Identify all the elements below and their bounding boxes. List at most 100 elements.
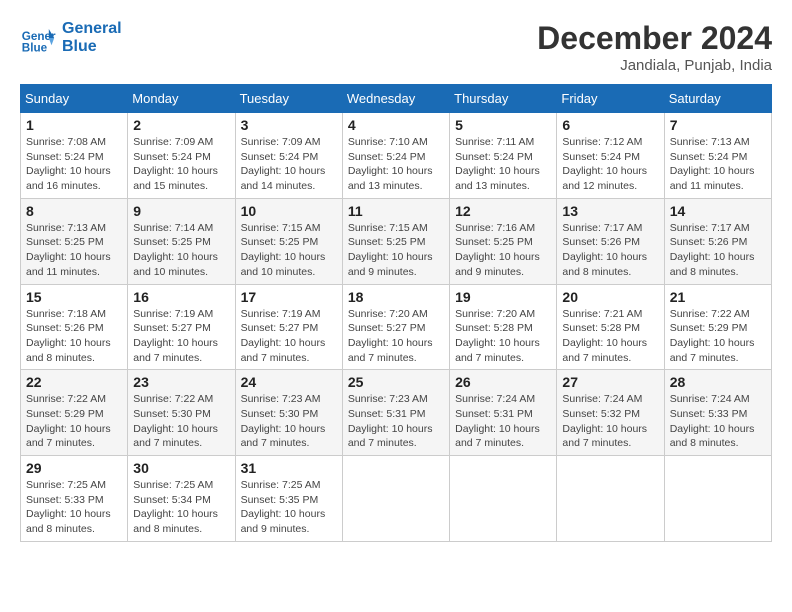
month-title: December 2024 xyxy=(537,20,772,57)
day-info: Sunrise: 7:24 AM Sunset: 5:31 PM Dayligh… xyxy=(455,392,551,451)
calendar-cell: 4Sunrise: 7:10 AM Sunset: 5:24 PM Daylig… xyxy=(342,113,449,199)
day-number: 2 xyxy=(133,117,229,133)
calendar-cell: 7Sunrise: 7:13 AM Sunset: 5:24 PM Daylig… xyxy=(664,113,771,199)
day-info: Sunrise: 7:23 AM Sunset: 5:31 PM Dayligh… xyxy=(348,392,444,451)
day-info: Sunrise: 7:10 AM Sunset: 5:24 PM Dayligh… xyxy=(348,135,444,194)
day-info: Sunrise: 7:16 AM Sunset: 5:25 PM Dayligh… xyxy=(455,221,551,280)
page-header: General Blue General Blue December 2024 … xyxy=(20,20,772,74)
day-info: Sunrise: 7:15 AM Sunset: 5:25 PM Dayligh… xyxy=(348,221,444,280)
calendar-cell: 5Sunrise: 7:11 AM Sunset: 5:24 PM Daylig… xyxy=(450,113,557,199)
day-number: 27 xyxy=(562,374,658,390)
day-info: Sunrise: 7:19 AM Sunset: 5:27 PM Dayligh… xyxy=(241,307,337,366)
calendar-cell: 8 Sunrise: 7:13 AM Sunset: 5:25 PM Daylig… xyxy=(21,198,128,284)
day-number: 11 xyxy=(348,203,444,219)
day-number: 8 xyxy=(26,203,122,219)
day-info: Sunrise: 7:09 AM Sunset: 5:24 PM Dayligh… xyxy=(133,135,229,194)
title-block: December 2024 Jandiala, Punjab, India xyxy=(537,20,772,74)
calendar-cell: 25 Sunrise: 7:23 AM Sunset: 5:31 PM Dayli… xyxy=(342,370,449,456)
calendar-cell: 11 Sunrise: 7:15 AM Sunset: 5:25 PM Dayli… xyxy=(342,198,449,284)
day-number: 17 xyxy=(241,289,337,305)
day-info: Sunrise: 7:09 AM Sunset: 5:24 PM Dayligh… xyxy=(241,135,337,194)
weekday-header-row: SundayMondayTuesdayWednesdayThursdayFrid… xyxy=(21,85,772,113)
day-info: Sunrise: 7:11 AM Sunset: 5:24 PM Dayligh… xyxy=(455,135,551,194)
day-number: 6 xyxy=(562,117,658,133)
weekday-wednesday: Wednesday xyxy=(342,85,449,113)
day-number: 29 xyxy=(26,460,122,476)
calendar-cell xyxy=(342,456,449,542)
week-row-5: 29Sunrise: 7:25 AM Sunset: 5:33 PM Dayli… xyxy=(21,456,772,542)
calendar-cell xyxy=(557,456,664,542)
weekday-monday: Monday xyxy=(128,85,235,113)
day-info: Sunrise: 7:13 AM Sunset: 5:24 PM Dayligh… xyxy=(670,135,766,194)
calendar-cell: 22 Sunrise: 7:22 AM Sunset: 5:29 PM Dayli… xyxy=(21,370,128,456)
logo: General Blue General Blue xyxy=(20,20,122,57)
calendar-cell: 6 Sunrise: 7:12 AM Sunset: 5:24 PM Daylig… xyxy=(557,113,664,199)
day-number: 15 xyxy=(26,289,122,305)
logo-general: General xyxy=(62,20,122,38)
day-info: Sunrise: 7:24 AM Sunset: 5:32 PM Dayligh… xyxy=(562,392,658,451)
calendar-cell: 23 Sunrise: 7:22 AM Sunset: 5:30 PM Dayli… xyxy=(128,370,235,456)
day-info: Sunrise: 7:18 AM Sunset: 5:26 PM Dayligh… xyxy=(26,307,122,366)
day-number: 24 xyxy=(241,374,337,390)
day-info: Sunrise: 7:24 AM Sunset: 5:33 PM Dayligh… xyxy=(670,392,766,451)
svg-text:Blue: Blue xyxy=(22,42,48,55)
calendar-cell: 15 Sunrise: 7:18 AM Sunset: 5:26 PM Dayli… xyxy=(21,284,128,370)
logo-blue: Blue xyxy=(62,38,122,56)
calendar-cell: 29Sunrise: 7:25 AM Sunset: 5:33 PM Dayli… xyxy=(21,456,128,542)
day-number: 20 xyxy=(562,289,658,305)
day-number: 19 xyxy=(455,289,551,305)
day-info: Sunrise: 7:12 AM Sunset: 5:24 PM Dayligh… xyxy=(562,135,658,194)
day-info: Sunrise: 7:08 AM Sunset: 5:24 PM Dayligh… xyxy=(26,135,122,194)
calendar-cell: 16 Sunrise: 7:19 AM Sunset: 5:27 PM Dayli… xyxy=(128,284,235,370)
day-info: Sunrise: 7:19 AM Sunset: 5:27 PM Dayligh… xyxy=(133,307,229,366)
day-number: 28 xyxy=(670,374,766,390)
day-number: 14 xyxy=(670,203,766,219)
day-number: 16 xyxy=(133,289,229,305)
day-info: Sunrise: 7:20 AM Sunset: 5:27 PM Dayligh… xyxy=(348,307,444,366)
day-info: Sunrise: 7:13 AM Sunset: 5:25 PM Dayligh… xyxy=(26,221,122,280)
calendar-cell: 24Sunrise: 7:23 AM Sunset: 5:30 PM Dayli… xyxy=(235,370,342,456)
day-number: 9 xyxy=(133,203,229,219)
day-number: 13 xyxy=(562,203,658,219)
day-number: 18 xyxy=(348,289,444,305)
day-info: Sunrise: 7:25 AM Sunset: 5:35 PM Dayligh… xyxy=(241,478,337,537)
day-number: 22 xyxy=(26,374,122,390)
week-row-3: 15 Sunrise: 7:18 AM Sunset: 5:26 PM Dayli… xyxy=(21,284,772,370)
day-info: Sunrise: 7:17 AM Sunset: 5:26 PM Dayligh… xyxy=(670,221,766,280)
calendar-cell xyxy=(664,456,771,542)
weekday-saturday: Saturday xyxy=(664,85,771,113)
calendar-cell: 30Sunrise: 7:25 AM Sunset: 5:34 PM Dayli… xyxy=(128,456,235,542)
day-info: Sunrise: 7:22 AM Sunset: 5:30 PM Dayligh… xyxy=(133,392,229,451)
day-number: 3 xyxy=(241,117,337,133)
day-number: 21 xyxy=(670,289,766,305)
calendar-body: 1Sunrise: 7:08 AM Sunset: 5:24 PM Daylig… xyxy=(21,113,772,542)
location: Jandiala, Punjab, India xyxy=(537,57,772,74)
calendar-cell: 12 Sunrise: 7:16 AM Sunset: 5:25 PM Dayli… xyxy=(450,198,557,284)
day-number: 23 xyxy=(133,374,229,390)
weekday-thursday: Thursday xyxy=(450,85,557,113)
calendar-table: SundayMondayTuesdayWednesdayThursdayFrid… xyxy=(20,84,772,542)
calendar-cell: 14 Sunrise: 7:17 AM Sunset: 5:26 PM Dayli… xyxy=(664,198,771,284)
day-info: Sunrise: 7:22 AM Sunset: 5:29 PM Dayligh… xyxy=(26,392,122,451)
day-number: 12 xyxy=(455,203,551,219)
calendar-cell: 21Sunrise: 7:22 AM Sunset: 5:29 PM Dayli… xyxy=(664,284,771,370)
weekday-friday: Friday xyxy=(557,85,664,113)
weekday-sunday: Sunday xyxy=(21,85,128,113)
calendar-cell: 18 Sunrise: 7:20 AM Sunset: 5:27 PM Dayli… xyxy=(342,284,449,370)
day-number: 31 xyxy=(241,460,337,476)
calendar-cell: 3 Sunrise: 7:09 AM Sunset: 5:24 PM Daylig… xyxy=(235,113,342,199)
day-number: 25 xyxy=(348,374,444,390)
week-row-1: 1Sunrise: 7:08 AM Sunset: 5:24 PM Daylig… xyxy=(21,113,772,199)
week-row-2: 8 Sunrise: 7:13 AM Sunset: 5:25 PM Daylig… xyxy=(21,198,772,284)
calendar-cell: 1Sunrise: 7:08 AM Sunset: 5:24 PM Daylig… xyxy=(21,113,128,199)
day-number: 26 xyxy=(455,374,551,390)
calendar-cell: 9Sunrise: 7:14 AM Sunset: 5:25 PM Daylig… xyxy=(128,198,235,284)
calendar-cell: 26 Sunrise: 7:24 AM Sunset: 5:31 PM Dayli… xyxy=(450,370,557,456)
weekday-tuesday: Tuesday xyxy=(235,85,342,113)
day-number: 10 xyxy=(241,203,337,219)
calendar-cell: 13Sunrise: 7:17 AM Sunset: 5:26 PM Dayli… xyxy=(557,198,664,284)
calendar-cell: 19 Sunrise: 7:20 AM Sunset: 5:28 PM Dayli… xyxy=(450,284,557,370)
day-info: Sunrise: 7:20 AM Sunset: 5:28 PM Dayligh… xyxy=(455,307,551,366)
week-row-4: 22 Sunrise: 7:22 AM Sunset: 5:29 PM Dayli… xyxy=(21,370,772,456)
day-number: 30 xyxy=(133,460,229,476)
